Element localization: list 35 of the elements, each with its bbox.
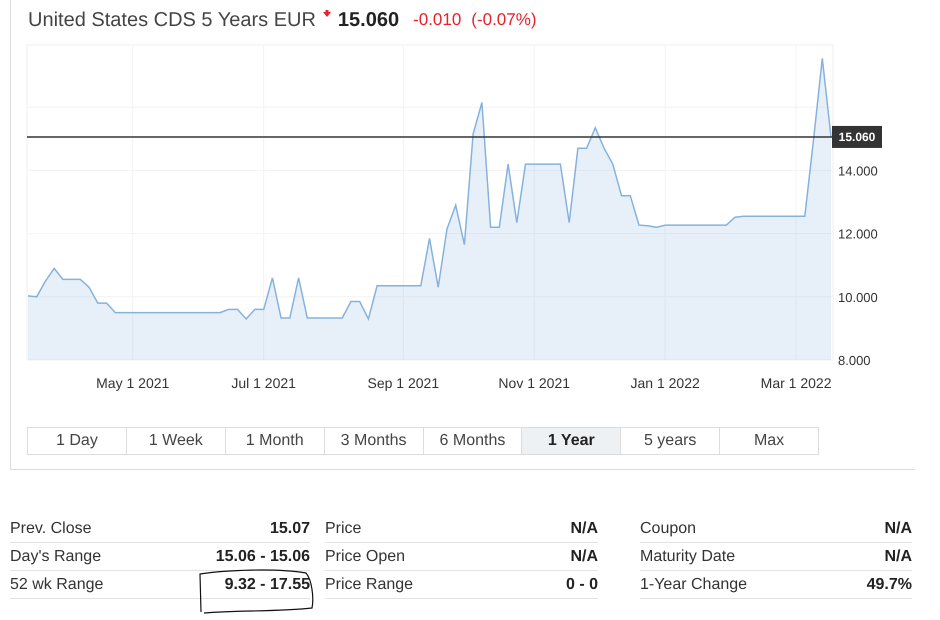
- range-tab[interactable]: 1 Year: [521, 428, 620, 454]
- stat-value: N/A: [884, 518, 912, 538]
- stat-label: Price Range: [325, 574, 414, 594]
- percent-change: (-0.07%): [471, 9, 536, 32]
- y-axis-label: 8.000: [838, 353, 871, 368]
- x-axis-label: May 1 2021: [96, 375, 170, 391]
- stat-value: N/A: [884, 546, 912, 566]
- stat-label: Coupon: [640, 518, 696, 538]
- stat-label: 1-Year Change: [640, 574, 748, 594]
- x-axis-label: Nov 1 2021: [498, 375, 570, 391]
- last-price: 15.060: [338, 8, 400, 33]
- price-label-background: [832, 126, 882, 148]
- stat-value: 9.32 - 17.55: [224, 574, 310, 594]
- x-axis-label: Jul 1 2021: [231, 375, 296, 391]
- y-axis-label: 14.000: [838, 163, 878, 178]
- last-price-label: 15.060: [838, 130, 876, 144]
- stat-label: Day's Range: [10, 546, 102, 566]
- stat-value: 15.07: [270, 518, 310, 538]
- stat-label: Price: [325, 518, 362, 538]
- x-axis-label: Jan 1 2022: [630, 375, 700, 391]
- y-axis-label: 12.000: [838, 226, 878, 242]
- stat-value: 49.7%: [866, 574, 912, 594]
- price-change: -0.010: [413, 9, 462, 32]
- stat-label: 52 wk Range: [10, 574, 104, 594]
- stat-value: N/A: [570, 518, 598, 538]
- stat-label: Price Open: [325, 546, 406, 566]
- x-axis-label: Sep 1 2021: [368, 375, 440, 391]
- stat-value: 0 - 0: [566, 574, 598, 594]
- x-axis-label: Mar 1 2022: [760, 375, 832, 391]
- stat-value: N/A: [570, 546, 598, 566]
- stat-label: Prev. Close: [10, 518, 92, 538]
- stat-label: Maturity Date: [640, 546, 736, 566]
- stat-value: 15.06 - 15.06: [216, 546, 310, 566]
- y-axis-label: 10.000: [838, 290, 878, 305]
- instrument-title: United States CDS 5 Years EUR: [28, 8, 316, 33]
